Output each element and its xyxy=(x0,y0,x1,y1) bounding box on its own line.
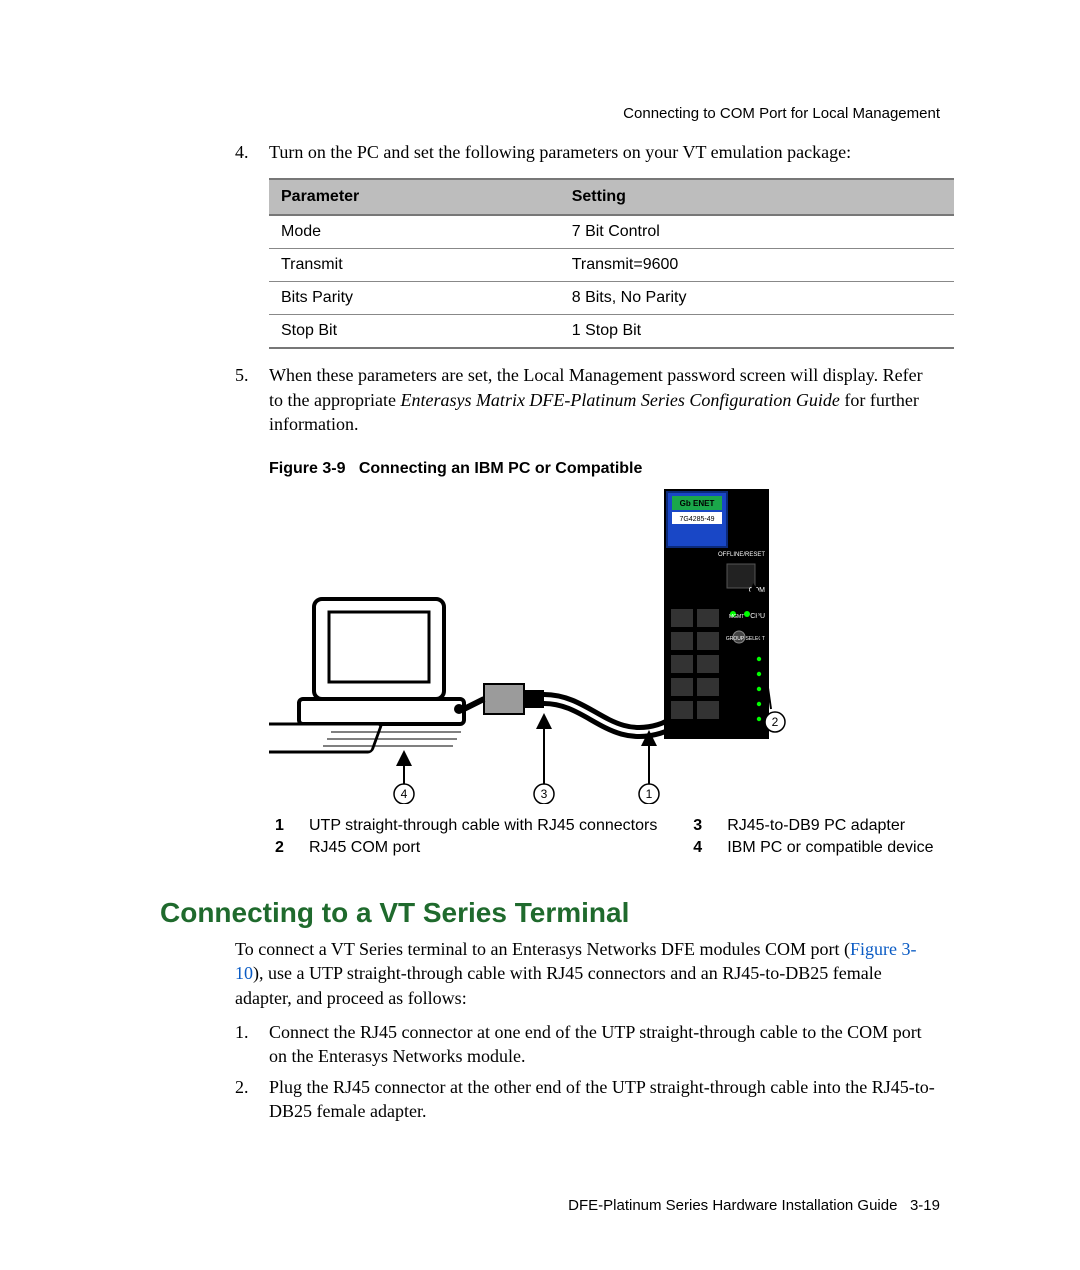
list-text: When these parameters are set, the Local… xyxy=(269,363,940,436)
callout-2: 2 xyxy=(772,715,779,729)
cell-setting: 8 Bits, No Parity xyxy=(560,282,954,315)
figure-legend: 1 UTP straight-through cable with RJ45 c… xyxy=(269,815,954,859)
section-heading: Connecting to a VT Series Terminal xyxy=(160,897,940,929)
diagram-svg: Gb ENET 7G4285-49 OFFLINE/RESET COM CPU … xyxy=(269,484,809,804)
list-item: 1. Connect the RJ45 connector at one end… xyxy=(235,1020,940,1069)
parameters-table: Parameter Setting Mode 7 Bit Control Tra… xyxy=(269,178,954,349)
col-parameter: Parameter xyxy=(269,179,560,215)
footer-page: 3-19 xyxy=(910,1197,940,1214)
text-run: ), use a UTP straight-through cable with… xyxy=(235,963,882,1007)
legend-num: 2 xyxy=(269,837,303,859)
device-label-top: Gb ENET xyxy=(680,499,715,508)
list-number: 5. xyxy=(235,363,269,436)
adapter-icon xyxy=(464,684,544,714)
cell-param: Transmit xyxy=(269,249,560,282)
pc-serial-port xyxy=(454,704,464,714)
offline-label: OFFLINE/RESET xyxy=(718,552,765,558)
legend-text: RJ45-to-DB9 PC adapter xyxy=(721,815,954,837)
footer-guide: DFE-Platinum Series Hardware Installatio… xyxy=(568,1197,897,1214)
ordered-list-continued: 5. When these parameters are set, the Lo… xyxy=(235,363,940,436)
list-number: 2. xyxy=(235,1075,269,1124)
list-number: 4. xyxy=(235,140,269,164)
legend-text: UTP straight-through cable with RJ45 con… xyxy=(303,815,687,837)
legend-num: 4 xyxy=(687,837,721,859)
legend-text: IBM PC or compatible device xyxy=(721,837,954,859)
list-number: 1. xyxy=(235,1020,269,1069)
paragraph: To connect a VT Series terminal to an En… xyxy=(235,937,940,1010)
table-row: Stop Bit 1 Stop Bit xyxy=(269,315,954,349)
figure-image: Gb ENET 7G4285-49 OFFLINE/RESET COM CPU … xyxy=(269,484,940,809)
page: Connecting to COM Port for Local Managem… xyxy=(0,0,1080,1270)
callout-1: 1 xyxy=(646,787,653,801)
cell-setting: 1 Stop Bit xyxy=(560,315,954,349)
figure-label: Figure 3-9 xyxy=(269,460,345,477)
page-footer: DFE-Platinum Series Hardware Installatio… xyxy=(568,1197,940,1214)
legend-num: 1 xyxy=(269,815,303,837)
running-header: Connecting to COM Port for Local Managem… xyxy=(623,105,940,122)
cell-param: Stop Bit xyxy=(269,315,560,349)
cell-setting: Transmit=9600 xyxy=(560,249,954,282)
cell-param: Mode xyxy=(269,215,560,249)
list-text: Turn on the PC and set the following par… xyxy=(269,140,940,164)
ordered-list: 1. Connect the RJ45 connector at one end… xyxy=(235,1020,940,1123)
table-row: Mode 7 Bit Control xyxy=(269,215,954,249)
text-italic: Enterasys Matrix DFE-Platinum Series Con… xyxy=(400,390,839,410)
ordered-list-continued: 4. Turn on the PC and set the following … xyxy=(235,140,940,164)
figure-title: Connecting an IBM PC or Compatible xyxy=(359,460,643,477)
table-row: Bits Parity 8 Bits, No Parity xyxy=(269,282,954,315)
list-item: 2. Plug the RJ45 connector at the other … xyxy=(235,1075,940,1124)
group-label: GROUP SELECT xyxy=(726,636,765,642)
device-module-icon: Gb ENET 7G4285-49 OFFLINE/RESET COM CPU … xyxy=(664,489,769,739)
list-text: Plug the RJ45 connector at the other end… xyxy=(269,1075,940,1124)
text-run: To connect a VT Series terminal to an En… xyxy=(235,939,850,959)
cell-param: Bits Parity xyxy=(269,282,560,315)
callout-3: 3 xyxy=(541,787,548,801)
list-text: Connect the RJ45 connector at one end of… xyxy=(269,1020,940,1069)
device-label-sub: 7G4285-49 xyxy=(679,516,714,523)
com-label: COM xyxy=(749,587,766,594)
list-item: 4. Turn on the PC and set the following … xyxy=(235,140,940,164)
legend-num: 3 xyxy=(687,815,721,837)
figure-caption: Figure 3-9 Connecting an IBM PC or Compa… xyxy=(269,460,940,478)
col-setting: Setting xyxy=(560,179,954,215)
mgmt-label: MGMT xyxy=(729,614,744,620)
list-item: 5. When these parameters are set, the Lo… xyxy=(235,363,940,436)
legend-text: RJ45 COM port xyxy=(303,837,687,859)
cell-setting: 7 Bit Control xyxy=(560,215,954,249)
pc-icon xyxy=(269,599,464,752)
callout-4: 4 xyxy=(401,787,408,801)
table-row: Transmit Transmit=9600 xyxy=(269,249,954,282)
